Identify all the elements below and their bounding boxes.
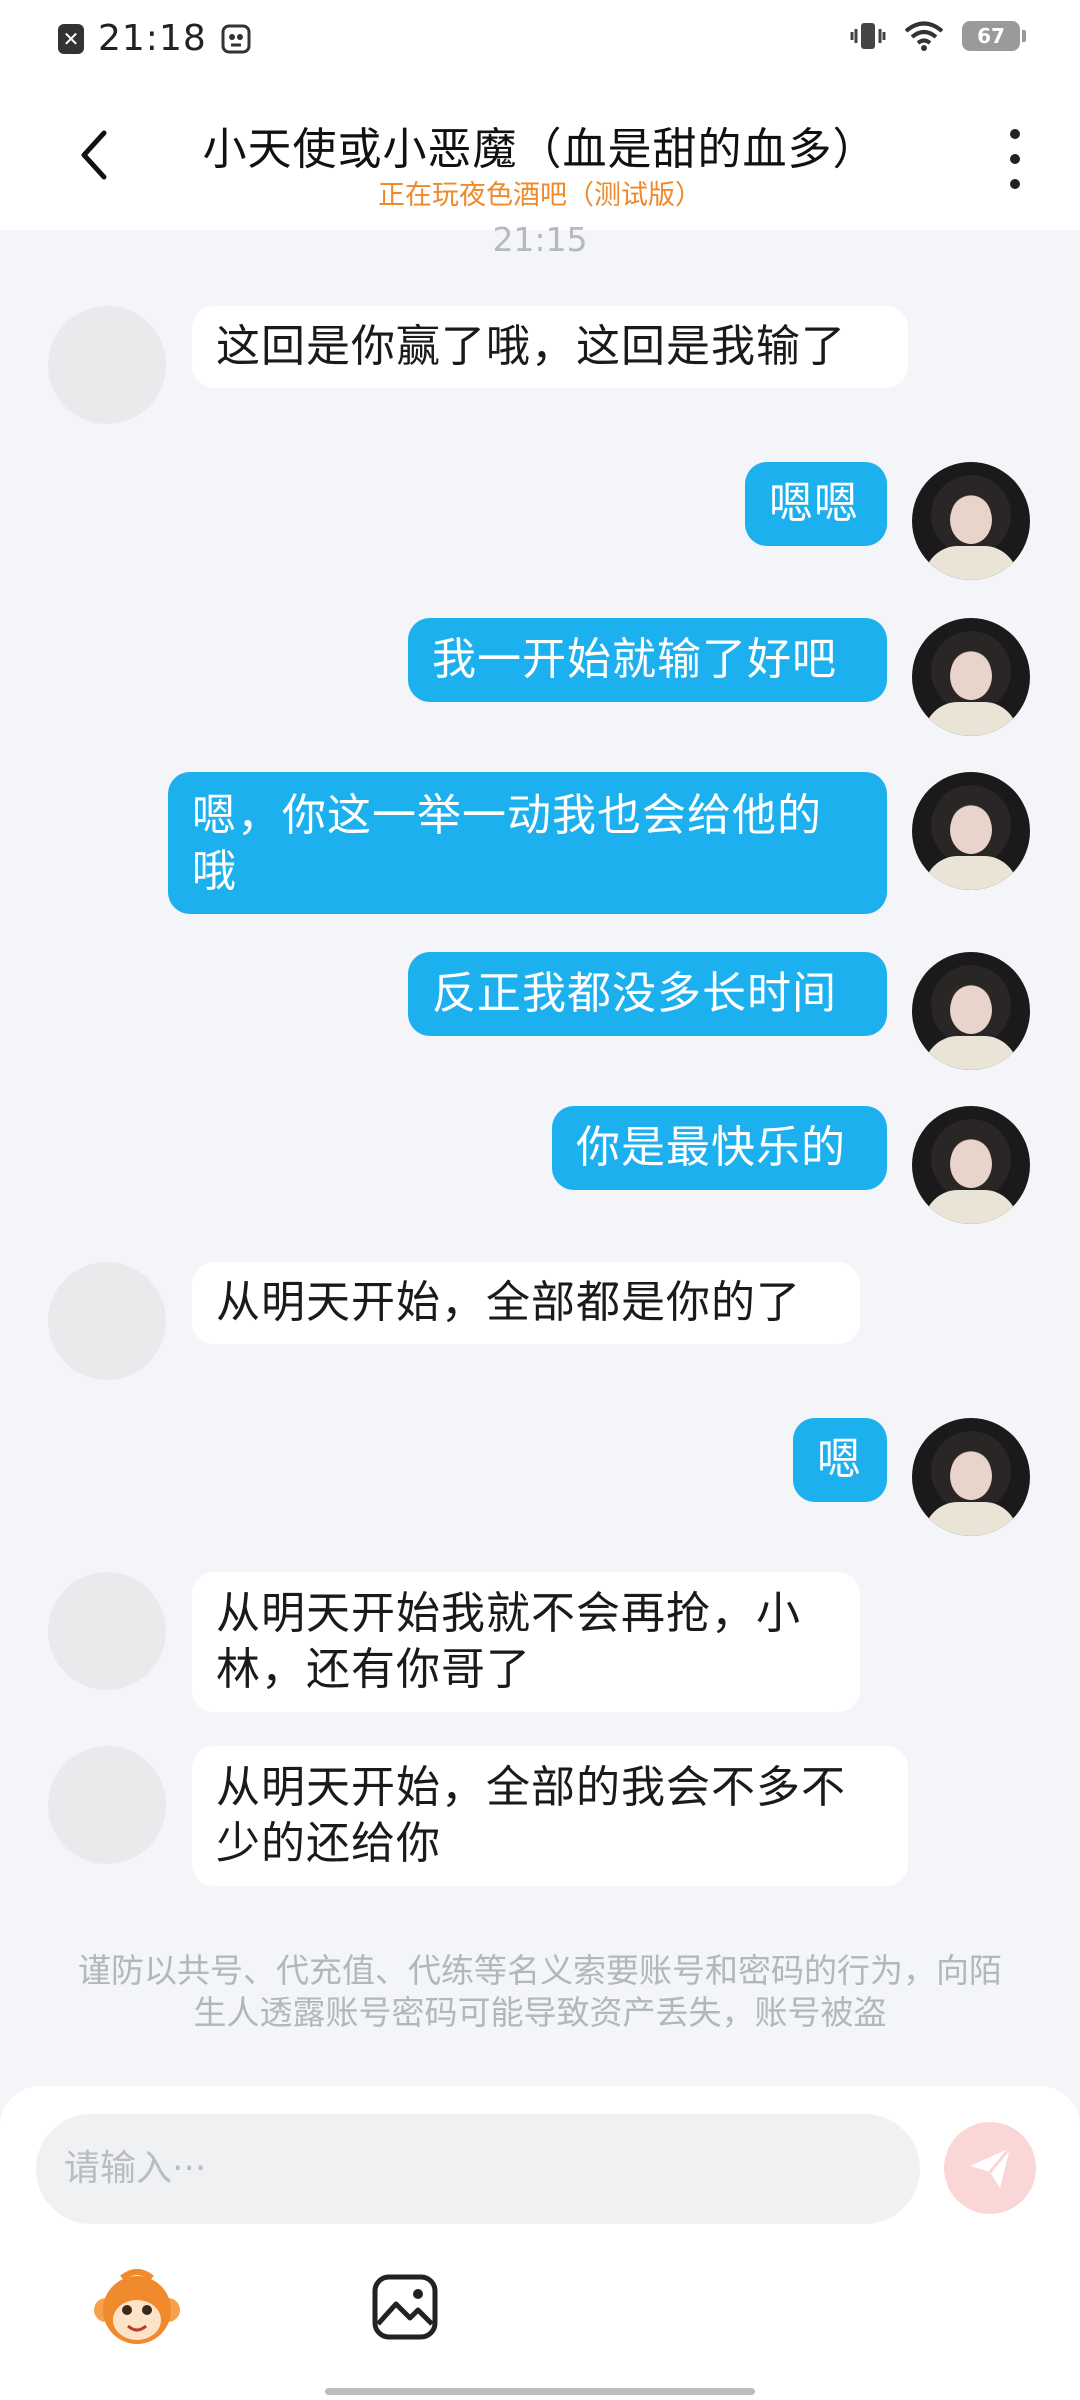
battery-indicator: 67	[962, 21, 1026, 51]
outgoing-message-bubble[interactable]: 嗯嗯	[745, 462, 887, 546]
outgoing-message-bubble[interactable]: 嗯	[793, 1418, 887, 1502]
chat-title: 小天使或小恶魔（血是甜的血多）	[202, 124, 878, 175]
outgoing-message-bubble[interactable]: 你是最快乐的	[552, 1106, 887, 1190]
incoming-message-bubble[interactable]: 从明天开始，全部都是你的了	[192, 1262, 860, 1344]
user-avatar[interactable]	[912, 1418, 1030, 1536]
message-timestamp: 21:15	[492, 220, 588, 259]
security-notice: 谨防以共号、代充值、代练等名义索要账号和密码的行为，向陌生人透露账号密码可能导致…	[78, 1951, 1002, 2032]
message-input[interactable]: 请输入···	[36, 2114, 920, 2224]
more-options-button[interactable]	[1000, 129, 1030, 189]
monkey-emoji-icon	[94, 2269, 180, 2344]
outgoing-message-bubble[interactable]: 嗯，你这一举一动我也会给他的哦	[168, 772, 887, 914]
status-bar: ✕ 21:18 67	[0, 0, 1080, 85]
more-dot-icon	[1010, 179, 1020, 189]
vibrate-icon	[850, 23, 886, 49]
emoji-button[interactable]	[92, 2266, 182, 2352]
wifi-icon	[904, 21, 944, 51]
image-button[interactable]	[370, 2272, 440, 2342]
contact-avatar[interactable]	[48, 1746, 166, 1864]
notification-close-icon: ✕	[58, 23, 84, 54]
chat-header: 小天使或小恶魔（血是甜的血多） 正在玩夜色酒吧（测试版）	[0, 85, 1080, 230]
contact-avatar[interactable]	[48, 1262, 166, 1380]
user-avatar[interactable]	[912, 952, 1030, 1070]
app-notification-icon	[221, 24, 251, 53]
input-panel: 请输入···	[0, 2086, 1080, 2400]
chat-subtitle: 正在玩夜色酒吧（测试版）	[378, 180, 702, 211]
send-icon	[970, 2147, 1012, 2188]
contact-avatar[interactable]	[48, 306, 166, 424]
image-icon	[372, 2274, 438, 2340]
status-time: 21:18	[98, 18, 207, 59]
home-indicator[interactable]	[325, 2388, 755, 2395]
user-avatar[interactable]	[912, 462, 1030, 580]
send-button[interactable]	[944, 2122, 1036, 2214]
outgoing-message-bubble[interactable]: 我一开始就输了好吧	[408, 618, 887, 702]
contact-avatar[interactable]	[48, 1572, 166, 1690]
incoming-message-bubble[interactable]: 这回是你赢了哦，这回是我输了	[192, 306, 908, 388]
incoming-message-bubble[interactable]: 从明天开始我就不会再抢，小林，还有你哥了	[192, 1572, 860, 1712]
outgoing-message-bubble[interactable]: 反正我都没多长时间	[408, 952, 887, 1036]
user-avatar[interactable]	[912, 618, 1030, 736]
incoming-message-bubble[interactable]: 从明天开始，全部的我会不多不少的还给你	[192, 1746, 908, 1886]
user-avatar[interactable]	[912, 772, 1030, 890]
more-dot-icon	[1010, 129, 1020, 139]
user-avatar[interactable]	[912, 1106, 1030, 1224]
more-dot-icon	[1010, 154, 1020, 164]
